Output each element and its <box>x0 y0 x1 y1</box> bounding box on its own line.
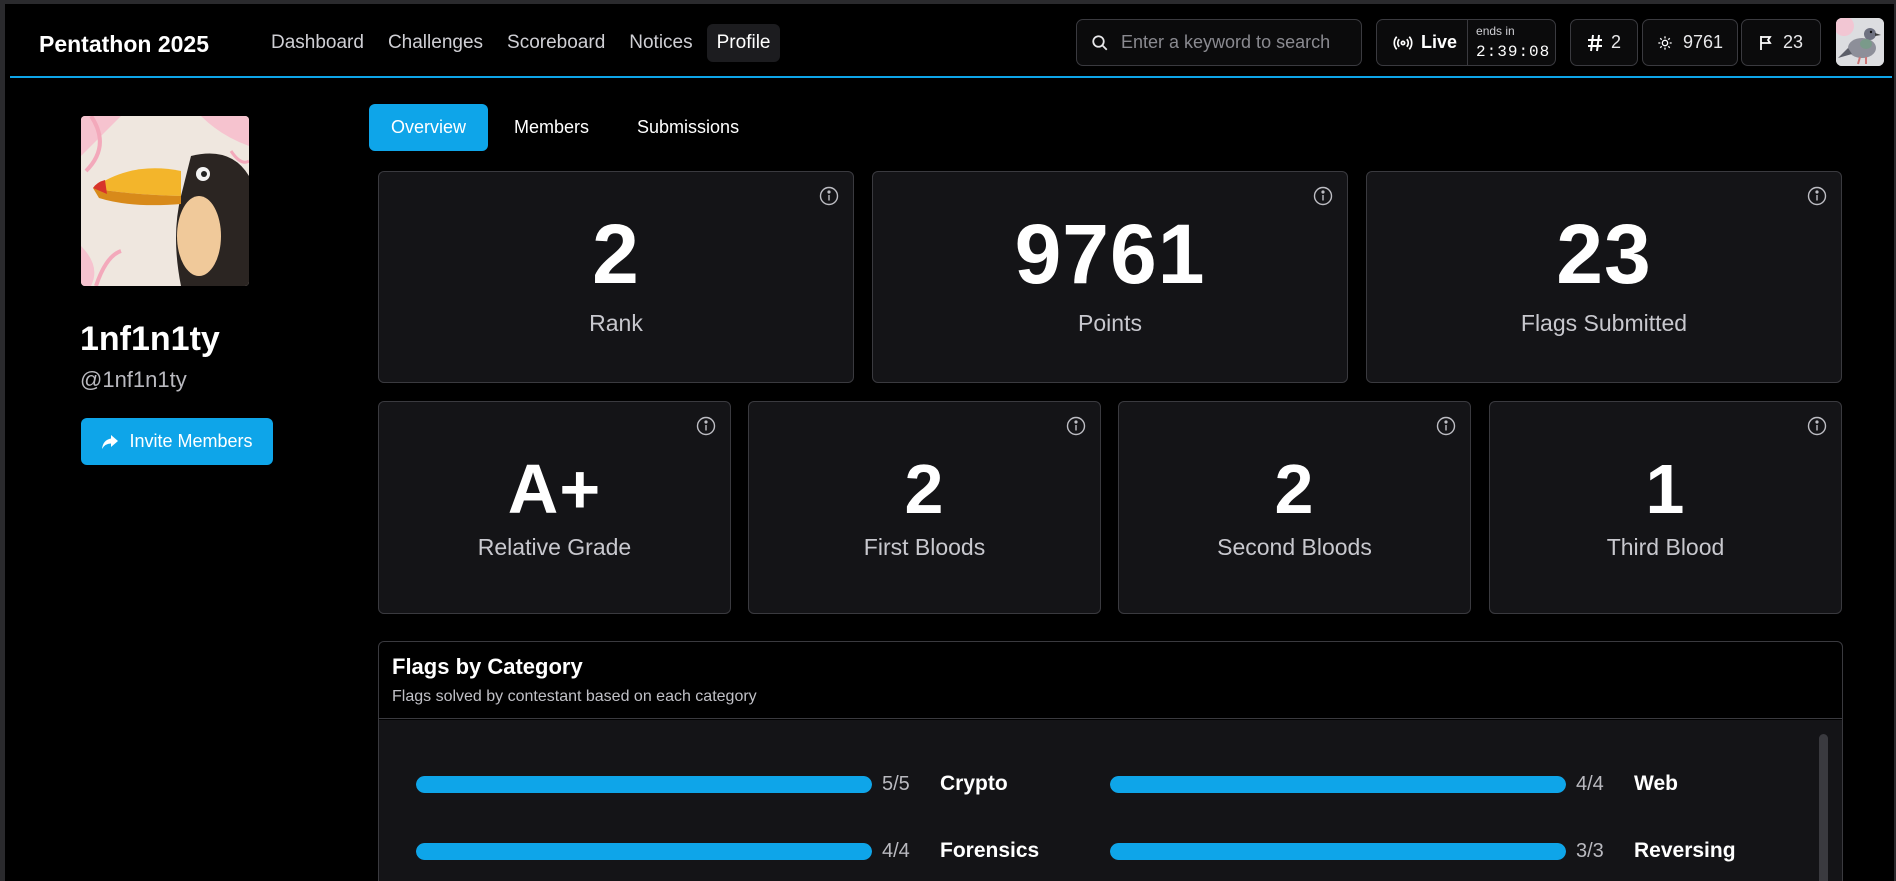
progress-track <box>1110 842 1566 860</box>
stat-value: 23 <box>1556 207 1652 301</box>
info-icon[interactable] <box>1066 416 1086 436</box>
share-arrow-icon <box>102 434 119 449</box>
category-count: 5/5 <box>882 772 910 795</box>
stat-card-flags-submitted: 23 Flags Submitted <box>1366 171 1842 383</box>
category-count: 4/4 <box>1576 772 1604 795</box>
info-icon[interactable] <box>696 416 716 436</box>
stat-label: Flags Submitted <box>1520 310 1688 336</box>
nav-link-challenges[interactable]: Challenges <box>378 24 493 62</box>
flag-icon <box>1760 35 1772 50</box>
info-icon[interactable] <box>1436 416 1456 436</box>
progress-track <box>1110 775 1566 793</box>
invite-members-label: Invite Members <box>129 431 253 451</box>
category-name: Forensics <box>940 839 1040 862</box>
stat-card-first-bloods: 2 First Bloods <box>748 401 1101 614</box>
live-timer-pill[interactable]: Live ends in 2:39:08 <box>1376 19 1556 66</box>
stat-value: A+ <box>507 450 602 528</box>
live-label: Live <box>1421 32 1458 52</box>
stat-label: Second Bloods <box>1217 534 1372 560</box>
hash-icon <box>1587 34 1602 51</box>
panel-subtitle: Flags solved by contestant based on each… <box>392 688 757 705</box>
info-icon[interactable] <box>1313 186 1333 206</box>
tab-submissions[interactable]: Submissions <box>615 104 761 151</box>
invite-members-button[interactable]: Invite Members <box>81 418 273 465</box>
tab-members[interactable]: Members <box>492 104 611 151</box>
rank-value: 2 <box>1610 32 1621 52</box>
stat-label: First Bloods <box>863 534 986 560</box>
panel-header: Flags by Category Flags solved by contes… <box>379 642 1842 719</box>
app-window: Pentathon 2025 Dashboard Challenges Scor… <box>0 0 1896 881</box>
category-row-web: 4/4 Web <box>1110 772 1678 796</box>
stat-value: 9761 <box>1014 207 1206 301</box>
countdown-timer: 2:39:08 <box>1476 43 1551 61</box>
flags-value: 23 <box>1782 32 1804 52</box>
team-handle: @1nf1n1ty <box>80 367 187 392</box>
category-name: Web <box>1634 772 1678 795</box>
profile-tabs: Overview Members Submissions <box>369 104 761 151</box>
stat-label: Rank <box>589 310 643 336</box>
nav-link-dashboard[interactable]: Dashboard <box>261 24 374 62</box>
search-box[interactable] <box>1076 19 1362 66</box>
sun-icon <box>1658 35 1672 50</box>
stat-label: Points <box>1078 310 1142 336</box>
category-list: 5/5 Crypto 4/4 Web 4/4 Forensics 3/3 Rev… <box>379 720 1842 881</box>
stat-card-second-bloods: 2 Second Bloods <box>1118 401 1471 614</box>
category-name: Reversing <box>1634 839 1736 862</box>
search-input[interactable] <box>1121 32 1351 53</box>
top-navbar: Pentathon 2025 Dashboard Challenges Scor… <box>10 8 1892 78</box>
category-name: Crypto <box>940 772 1008 795</box>
rank-pill[interactable]: 2 <box>1570 19 1638 66</box>
progress-track <box>416 775 872 793</box>
progress-fill <box>1110 842 1566 860</box>
info-icon[interactable] <box>1807 186 1827 206</box>
nav-link-notices[interactable]: Notices <box>619 24 702 62</box>
pigeon-icon <box>1836 18 1884 66</box>
toucan-icon <box>81 116 249 286</box>
broadcast-icon <box>1393 35 1413 50</box>
team-avatar <box>81 116 249 286</box>
progress-fill <box>416 775 872 793</box>
category-count: 3/3 <box>1576 839 1604 862</box>
category-count: 4/4 <box>882 839 910 862</box>
stat-value: 2 <box>904 450 945 528</box>
tab-overview[interactable]: Overview <box>369 104 489 151</box>
user-avatar[interactable] <box>1836 18 1884 66</box>
search-icon <box>1092 34 1108 50</box>
stat-card-rank: 2 Rank <box>378 171 854 383</box>
category-row-crypto: 5/5 Crypto <box>416 772 1008 796</box>
ends-in-label: ends in <box>1476 24 1515 38</box>
stat-label: Relative Grade <box>477 534 632 560</box>
stat-card-third-blood: 1 Third Blood <box>1489 401 1842 614</box>
info-icon[interactable] <box>819 186 839 206</box>
nav-links: Dashboard Challenges Scoreboard Notices … <box>261 24 781 62</box>
panel-title: Flags by Category <box>392 654 583 679</box>
points-value: 9761 <box>1682 32 1724 52</box>
flags-by-category-panel: Flags by Category Flags solved by contes… <box>378 641 1843 881</box>
brand-title[interactable]: Pentathon 2025 <box>39 31 209 58</box>
progress-fill <box>416 842 872 860</box>
team-name: 1nf1n1ty <box>80 320 220 358</box>
countdown: ends in 2:39:08 <box>1468 25 1550 60</box>
nav-link-profile[interactable]: Profile <box>706 24 781 62</box>
info-icon[interactable] <box>1807 416 1827 436</box>
flags-pill[interactable]: 23 <box>1741 19 1821 66</box>
scrollbar[interactable] <box>1819 734 1828 881</box>
progress-track <box>416 842 872 860</box>
stat-card-points: 9761 Points <box>872 171 1348 383</box>
category-row-forensics: 4/4 Forensics <box>416 839 1039 863</box>
stat-label: Third Blood <box>1606 534 1725 560</box>
stat-value: 1 <box>1645 450 1686 528</box>
points-pill[interactable]: 9761 <box>1642 19 1738 66</box>
live-indicator: Live <box>1377 20 1469 65</box>
nav-link-scoreboard[interactable]: Scoreboard <box>497 24 615 62</box>
category-row-reversing: 3/3 Reversing <box>1110 839 1736 863</box>
progress-fill <box>1110 775 1566 793</box>
stat-value: 2 <box>1274 450 1315 528</box>
stat-card-relative-grade: A+ Relative Grade <box>378 401 731 614</box>
stat-value: 2 <box>592 207 640 301</box>
